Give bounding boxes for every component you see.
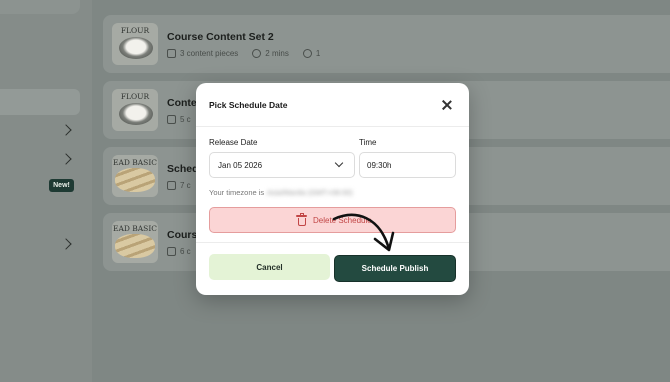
- release-date-label: Release Date: [209, 138, 258, 147]
- content-pieces-icon: [167, 49, 176, 58]
- thumbnail-label: FLOUR: [120, 26, 150, 35]
- course-thumbnail: EAD BASIC: [112, 221, 158, 263]
- duration: 2 mins: [265, 49, 289, 58]
- divider: [196, 242, 469, 243]
- content-pieces-icon: [167, 181, 176, 190]
- thumbnail-label: EAD BASIC: [112, 158, 158, 167]
- content-pieces-count: 6 c: [180, 247, 191, 256]
- thumbnail-label: EAD BASIC: [112, 224, 158, 233]
- schedule-publish-button[interactable]: Schedule Publish: [334, 255, 456, 282]
- release-date-select[interactable]: Jan 05 2026: [209, 152, 355, 178]
- chevron-right-icon[interactable]: [60, 153, 72, 165]
- content-pieces-icon: [167, 115, 176, 124]
- course-thumbnail: FLOUR: [112, 23, 158, 65]
- course-meta: 7 c: [167, 181, 191, 190]
- dialog-title: Pick Schedule Date: [209, 100, 288, 110]
- new-badge: New!: [49, 179, 74, 192]
- content-pieces-icon: [167, 247, 176, 256]
- course-meta: 6 c: [167, 247, 191, 256]
- timezone-value: Asia/Manila (GMT+08:00): [267, 188, 353, 197]
- delete-schedule-label: Delete Schedule: [313, 216, 372, 225]
- content-pieces-count: 5 c: [180, 115, 191, 124]
- delete-schedule-button[interactable]: Delete Schedule: [209, 207, 456, 233]
- divider: [196, 126, 469, 127]
- time-label: Time: [359, 138, 377, 147]
- schedule-dialog: Pick Schedule Date Release Date Time Jan…: [196, 83, 469, 295]
- item-count: 1: [315, 49, 321, 58]
- chevron-right-icon[interactable]: [60, 238, 72, 250]
- clock-icon: [252, 49, 262, 58]
- timezone-label: Your timezone is: [209, 188, 265, 197]
- course-thumbnail: FLOUR: [112, 89, 158, 131]
- course-title: Course Content Set 2: [167, 31, 274, 43]
- course-meta: 3 content pieces 2 mins 1: [167, 49, 320, 58]
- course-meta: 5 c: [167, 115, 191, 124]
- course-thumbnail: EAD BASIC: [112, 155, 158, 197]
- chevron-down-icon: [334, 158, 344, 168]
- sidebar-item-top[interactable]: [0, 0, 80, 14]
- trash-icon: [296, 213, 307, 226]
- sidebar-item-active[interactable]: [0, 89, 80, 115]
- content-pieces-count: 3 content pieces: [180, 49, 239, 58]
- settings-icon: [302, 49, 312, 58]
- course-title: Conte: [167, 97, 197, 109]
- cancel-button[interactable]: Cancel: [209, 254, 330, 280]
- chevron-right-icon[interactable]: [60, 124, 72, 136]
- close-icon[interactable]: [439, 97, 455, 113]
- content-pieces-count: 7 c: [180, 181, 191, 190]
- sidebar: New!: [0, 0, 92, 382]
- course-card[interactable]: FLOUR Course Content Set 2 3 content pie…: [103, 15, 670, 73]
- thumbnail-label: FLOUR: [120, 92, 150, 101]
- time-input[interactable]: [359, 152, 456, 178]
- release-date-value: Jan 05 2026: [218, 161, 263, 170]
